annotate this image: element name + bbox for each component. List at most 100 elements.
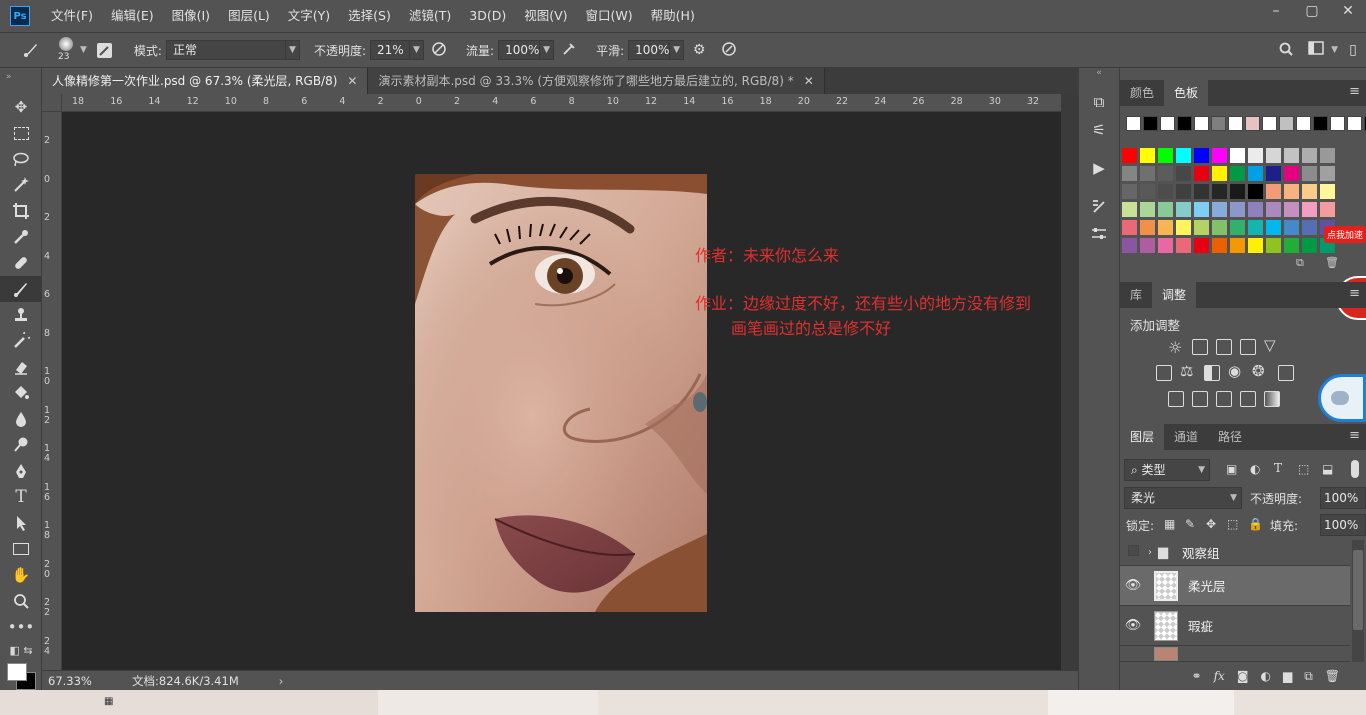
color-swatch[interactable] bbox=[1230, 238, 1245, 253]
3d-panel-icon[interactable]: ⧉ bbox=[1079, 88, 1119, 116]
flow-input[interactable]: 100% bbox=[498, 40, 541, 60]
tab-document-1[interactable]: 人像精修第一次作业.psd @ 67.3% (柔光层, RGB/8) ✕ bbox=[42, 68, 369, 94]
menu-3d[interactable]: 3D(D) bbox=[460, 0, 515, 32]
color-swatch[interactable] bbox=[1302, 148, 1317, 163]
flow-dropdown-icon[interactable]: ▼ bbox=[540, 40, 555, 60]
color-swatch[interactable] bbox=[1176, 166, 1191, 181]
dodge-tool-icon[interactable] bbox=[0, 432, 42, 458]
filter-type-icon[interactable]: T bbox=[1274, 461, 1282, 475]
tab-swatches[interactable]: 色板 bbox=[1164, 80, 1209, 106]
opacity-input[interactable]: 21% bbox=[370, 40, 411, 60]
menu-view[interactable]: 视图(V) bbox=[515, 0, 576, 32]
share-icon[interactable]: ▯ bbox=[1344, 41, 1362, 59]
color-swatch[interactable] bbox=[1320, 166, 1335, 181]
color-swatch[interactable] bbox=[1176, 238, 1191, 253]
threshold-icon[interactable] bbox=[1216, 391, 1232, 407]
invert-icon[interactable] bbox=[1168, 391, 1184, 407]
color-swatch[interactable] bbox=[1194, 184, 1209, 199]
channel-mixer-icon[interactable]: ❂ bbox=[1252, 362, 1265, 380]
black-white-icon[interactable] bbox=[1204, 365, 1220, 381]
assistant-avatar[interactable] bbox=[1318, 374, 1366, 422]
color-swatch[interactable] bbox=[1248, 202, 1263, 217]
color-lookup-icon[interactable] bbox=[1278, 365, 1294, 381]
new-adjustment-icon[interactable]: ◐ bbox=[1260, 669, 1270, 683]
history-brush-tool-icon[interactable] bbox=[0, 328, 42, 354]
color-swatch[interactable] bbox=[1320, 184, 1335, 199]
speed-badge[interactable]: 点我加速 bbox=[1324, 218, 1366, 246]
exposure-icon[interactable] bbox=[1240, 339, 1256, 355]
color-swatch[interactable] bbox=[1266, 184, 1281, 199]
menu-select[interactable]: 选择(S) bbox=[339, 0, 400, 32]
color-swatch[interactable] bbox=[1230, 148, 1245, 163]
color-swatch[interactable] bbox=[1122, 166, 1137, 181]
blur-tool-icon[interactable] bbox=[0, 406, 42, 432]
workspace-chevron-icon[interactable]: ▼ bbox=[1331, 45, 1338, 55]
color-balance-icon[interactable]: ⚖ bbox=[1180, 362, 1193, 380]
recent-swatch[interactable] bbox=[1126, 116, 1141, 131]
collapse-arrows-icon[interactable]: » bbox=[0, 68, 41, 94]
color-swatch[interactable] bbox=[1212, 148, 1227, 163]
rectangle-tool-icon[interactable] bbox=[0, 536, 42, 562]
color-swatch[interactable] bbox=[1302, 184, 1317, 199]
eye-icon[interactable]: 👁 bbox=[1120, 578, 1146, 593]
color-swatch[interactable] bbox=[1158, 202, 1173, 217]
fx-icon[interactable]: fx bbox=[1214, 669, 1225, 683]
color-swatch[interactable] bbox=[1320, 148, 1335, 163]
pen-tool-icon[interactable] bbox=[0, 458, 42, 484]
layer-filter-select[interactable]: ⌕ 类型 ▼ bbox=[1124, 459, 1210, 481]
tab-layers[interactable]: 图层 bbox=[1120, 424, 1165, 450]
color-swatch[interactable] bbox=[1266, 166, 1281, 181]
layer-row[interactable]: 👁 瑕疵 bbox=[1120, 606, 1350, 646]
color-swatch[interactable] bbox=[1266, 238, 1281, 253]
color-swatch[interactable] bbox=[1158, 238, 1173, 253]
brush-settings-panel-icon[interactable] bbox=[1079, 192, 1119, 220]
tab-document-2[interactable]: 演示素材副本.psd @ 33.3% (方便观察修饰了哪些地方最后建立的, RG… bbox=[368, 68, 825, 94]
color-swatch[interactable] bbox=[1302, 220, 1317, 235]
color-swatch[interactable] bbox=[1122, 238, 1137, 253]
color-swatch[interactable] bbox=[1176, 148, 1191, 163]
recent-swatch[interactable] bbox=[1245, 116, 1260, 131]
color-swatch[interactable] bbox=[1266, 220, 1281, 235]
zoom-tool-icon[interactable] bbox=[0, 588, 42, 614]
color-swatch[interactable] bbox=[1230, 184, 1245, 199]
lock-pixels-icon[interactable]: ✎ bbox=[1185, 517, 1195, 531]
visibility-toggle[interactable] bbox=[1120, 545, 1146, 560]
color-swatch[interactable] bbox=[1320, 202, 1335, 217]
opacity-dropdown-icon[interactable]: ▼ bbox=[410, 40, 425, 60]
recent-swatch[interactable] bbox=[1160, 116, 1175, 131]
new-layer-icon[interactable]: ⧉ bbox=[1304, 669, 1313, 684]
recent-swatch[interactable] bbox=[1313, 116, 1328, 131]
recent-swatch[interactable] bbox=[1143, 116, 1158, 131]
color-swatch[interactable] bbox=[1194, 148, 1209, 163]
color-swatch[interactable] bbox=[1194, 238, 1209, 253]
properties-panel-icon[interactable]: ⚟ bbox=[1079, 116, 1119, 144]
color-swatch[interactable] bbox=[1212, 238, 1227, 253]
color-swatch[interactable] bbox=[1248, 166, 1263, 181]
color-swatch[interactable] bbox=[1302, 166, 1317, 181]
ruler-left[interactable]: 2 0 2 4 6 8 10 12 14 16 18 20 22 24 bbox=[42, 112, 62, 670]
layer-opacity-input[interactable]: 100% bbox=[1320, 487, 1366, 509]
lock-artboard-icon[interactable]: ⬚ bbox=[1227, 517, 1238, 531]
eye-icon[interactable]: 👁 bbox=[1120, 618, 1146, 633]
recent-swatch[interactable] bbox=[1228, 116, 1243, 131]
healing-brush-tool-icon[interactable] bbox=[0, 250, 42, 276]
panel-menu-icon[interactable]: ≡ bbox=[1349, 428, 1360, 443]
brush-settings-icon[interactable] bbox=[96, 42, 112, 58]
layer-row-group[interactable]: › ▆ 观察组 bbox=[1120, 540, 1350, 566]
zoom-level[interactable]: 67.33% bbox=[48, 674, 108, 688]
menu-window[interactable]: 窗口(W) bbox=[577, 0, 642, 32]
smoothing-input[interactable]: 100% bbox=[628, 40, 671, 60]
color-swatch[interactable] bbox=[1284, 238, 1299, 253]
actions-play-icon[interactable]: ▶ bbox=[1079, 154, 1119, 182]
tab-paths[interactable]: 路径 bbox=[1208, 424, 1252, 450]
color-swatch[interactable] bbox=[1176, 184, 1191, 199]
lock-transparent-icon[interactable]: ▦ bbox=[1164, 517, 1175, 531]
recent-swatch[interactable] bbox=[1296, 116, 1311, 131]
menu-filter[interactable]: 滤镜(T) bbox=[400, 0, 460, 32]
restore-button[interactable]: ▢ bbox=[1294, 0, 1330, 24]
swap-colors-icon[interactable]: ◧ ⇆ bbox=[0, 640, 42, 660]
path-selection-tool-icon[interactable] bbox=[0, 510, 42, 536]
color-swatch[interactable] bbox=[1158, 220, 1173, 235]
color-swatch[interactable] bbox=[1212, 220, 1227, 235]
smoothing-dropdown-icon[interactable]: ▼ bbox=[670, 40, 685, 60]
